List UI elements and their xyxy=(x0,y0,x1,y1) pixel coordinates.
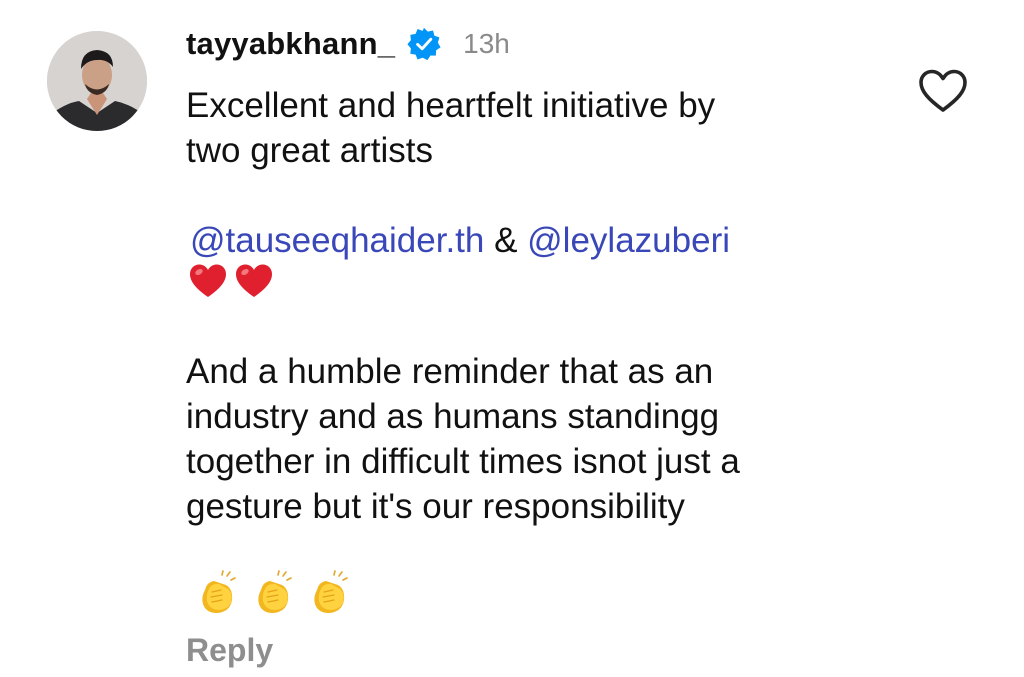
clapping-hands-icon xyxy=(314,570,348,613)
timestamp: 13h xyxy=(463,28,510,59)
mention-link-leylazuberi[interactable]: @leylazuberi xyxy=(527,221,730,260)
red-heart-icon xyxy=(236,264,272,297)
mentions-line: @tauseeqhaider.th & @leylazuberi xyxy=(190,218,730,263)
comment-line: gesture but it's our responsibility xyxy=(186,487,685,526)
clap-emojis xyxy=(197,570,351,616)
comment-paragraph-1: Excellent and heartfelt initiative by tw… xyxy=(186,83,715,173)
like-heart-icon[interactable] xyxy=(918,68,968,114)
avatar[interactable] xyxy=(47,31,147,131)
verified-badge-icon xyxy=(407,27,441,61)
comment-line: together in difficult times isnot just a xyxy=(186,442,740,481)
comment: tayyabkhann_ 13h Excellent and heartfelt… xyxy=(0,0,1024,677)
comment-line: Excellent and heartfelt initiative by xyxy=(186,86,716,125)
heart-emojis xyxy=(188,262,274,302)
comment-paragraph-2: And a humble reminder that as an industr… xyxy=(186,349,740,529)
mention-separator: & xyxy=(484,221,528,260)
red-heart-icon xyxy=(190,264,226,297)
clapping-hands-icon xyxy=(258,570,292,613)
clapping-hands-icon xyxy=(202,570,236,613)
comment-line: industry and as humans standingg xyxy=(186,397,720,436)
avatar-image xyxy=(47,31,147,131)
username[interactable]: tayyabkhann_ xyxy=(186,26,395,62)
comment-line: And a humble reminder that as an xyxy=(186,352,714,391)
mention-link-tauseeqhaider[interactable]: @tauseeqhaider.th xyxy=(190,221,484,260)
reply-button[interactable]: Reply xyxy=(186,632,273,669)
comment-line: two great artists xyxy=(186,131,434,170)
comment-header: tayyabkhann_ 13h xyxy=(186,22,510,66)
